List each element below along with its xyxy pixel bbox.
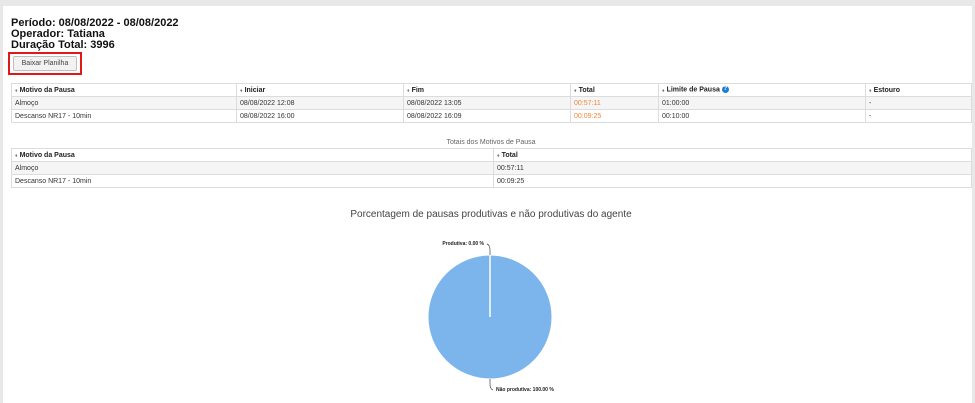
report-page: Período: 08/08/2022 - 08/08/2022 Operado… <box>3 6 972 403</box>
pie-chart: Produtiva: 0.00 % Não produtiva: 100.00 % <box>427 241 554 393</box>
pie-label-nao-produtiva: Não produtiva: 100.00 % <box>496 387 554 393</box>
pie-label-produtiva: Produtiva: 0.00 % <box>442 241 484 247</box>
pie-label-connector <box>486 243 491 255</box>
pie-label-connector <box>489 379 494 391</box>
